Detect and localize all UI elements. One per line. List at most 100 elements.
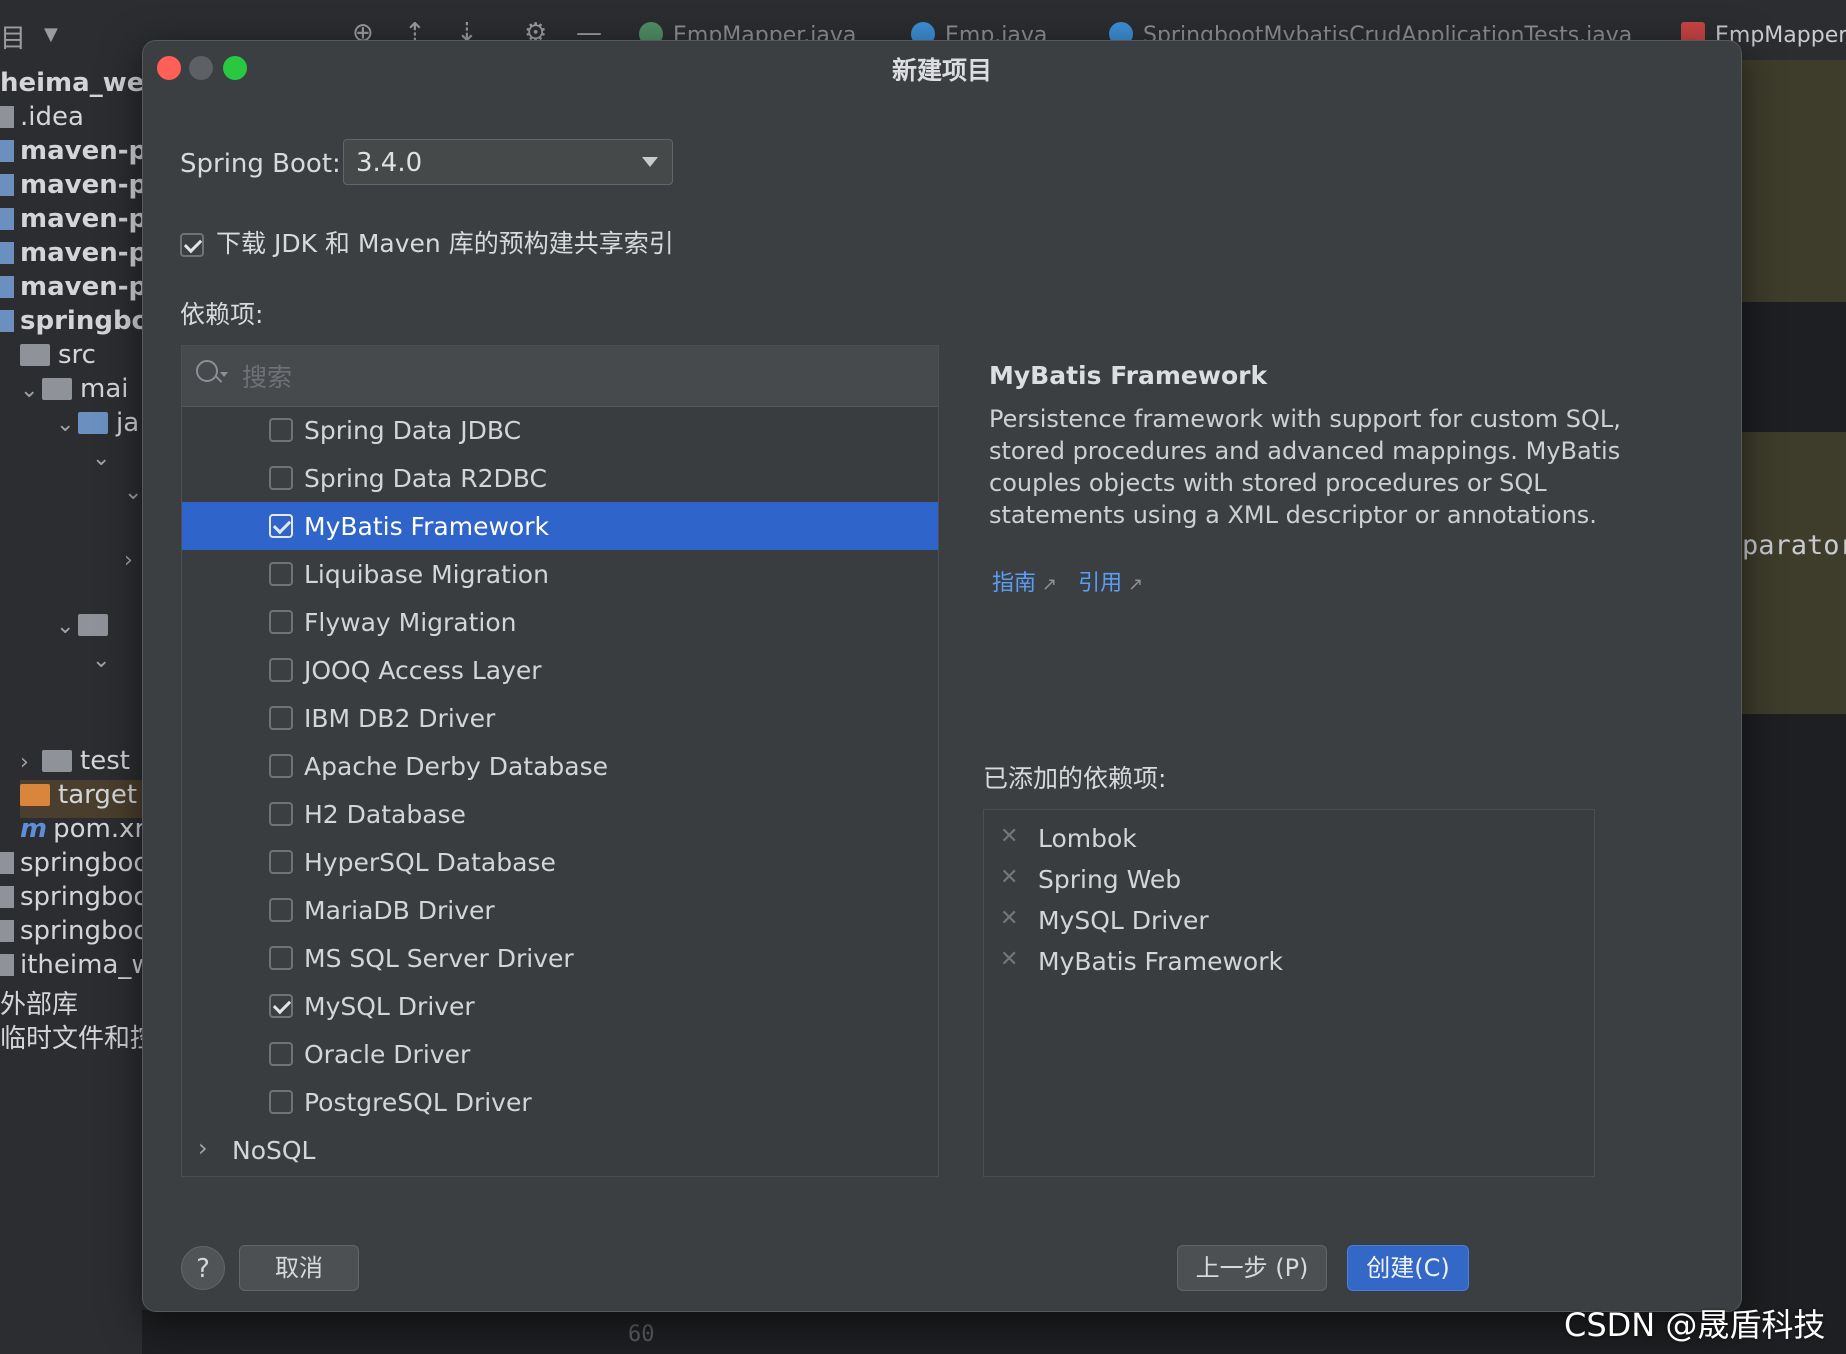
previous-button[interactable]: 上一步 (P) — [1177, 1245, 1327, 1291]
remove-icon[interactable]: ✕ — [1000, 824, 1018, 849]
tree-item[interactable]: ⌄ — [56, 610, 116, 648]
added-dependencies-panel: ✕ Lombok ✕ Spring Web ✕ MySQL Driver ✕ MyBatis … — [983, 809, 1595, 1177]
new-project-dialog: 新建项目 Spring Boot: 3.4.0 下载 JDK 和 Maven 库… — [142, 40, 1742, 1312]
remove-icon[interactable]: ✕ — [1000, 947, 1018, 972]
dependency-checkbox[interactable] — [269, 1042, 293, 1066]
reference-link[interactable]: 引用 ↗ — [1078, 571, 1143, 596]
chevron-down-icon[interactable]: ⌄ — [124, 480, 142, 505]
external-link-icon: ↗ — [1128, 574, 1144, 595]
dependency-item[interactable]: Apache Derby Database — [182, 742, 938, 790]
chevron-down-icon — [642, 157, 658, 167]
tree-item[interactable]: › test — [20, 746, 130, 784]
dependency-label: HyperSQL Database — [304, 848, 556, 877]
dependency-item[interactable]: MyBatis Framework — [182, 502, 938, 550]
dependency-checkbox[interactable] — [269, 514, 293, 538]
create-button[interactable]: 创建(C) — [1347, 1245, 1469, 1291]
tree-item[interactable]: ⌄ — [92, 442, 114, 480]
tree-item[interactable]: target — [20, 780, 142, 818]
dependency-checkbox[interactable] — [269, 1090, 293, 1114]
dropdown-arrow-icon[interactable]: ▼ — [44, 24, 58, 45]
dependency-item[interactable]: Oracle Driver — [182, 1030, 938, 1078]
dependency-item[interactable]: HyperSQL Database — [182, 838, 938, 886]
remove-icon[interactable]: ✕ — [1000, 865, 1018, 890]
menu-icon[interactable]: 目 — [0, 18, 26, 55]
dependency-item[interactable]: JOOQ Access Layer — [182, 646, 938, 694]
added-dependency-item: ✕ MyBatis Framework — [984, 937, 1594, 985]
dependency-checkbox[interactable] — [269, 610, 293, 634]
search-input[interactable] — [240, 356, 924, 398]
tree-item[interactable]: springboo — [0, 916, 142, 954]
dependency-checkbox[interactable] — [269, 706, 293, 730]
dependency-item[interactable]: Flyway Migration — [182, 598, 938, 646]
tree-item[interactable]: › — [124, 544, 142, 582]
tree-item[interactable]: ⌄ ja — [56, 408, 139, 446]
jdk-index-option[interactable]: 下载 JDK 和 Maven 库的预构建共享索引 — [180, 224, 674, 260]
dependency-item[interactable]: IBM DB2 Driver — [182, 694, 938, 742]
dependency-checkbox[interactable] — [269, 562, 293, 586]
chevron-right-icon[interactable]: › — [124, 548, 142, 573]
tree-item[interactable]: ⌄ — [92, 644, 114, 682]
tree-item[interactable]: maven-pr — [0, 238, 142, 276]
chevron-down-icon[interactable]: ⌄ — [20, 378, 42, 403]
cancel-button[interactable]: 取消 — [239, 1245, 359, 1291]
tree-item[interactable]: 外部库 — [0, 984, 78, 1022]
dependency-item[interactable]: MariaDB Driver — [182, 886, 938, 934]
search-options-icon[interactable] — [220, 372, 228, 377]
guide-link[interactable]: 指南 ↗ — [992, 571, 1057, 596]
tree-item[interactable]: springboo — [0, 882, 142, 920]
dependency-item[interactable]: H2 Database — [182, 790, 938, 838]
spring-boot-version-value: 3.4.0 — [356, 148, 423, 178]
dependency-checkbox[interactable] — [269, 658, 293, 682]
dependency-checkbox[interactable] — [269, 418, 293, 442]
tree-item[interactable]: springboo — [0, 848, 142, 886]
tree-item[interactable]: maven-pr — [0, 136, 142, 174]
chevron-down-icon[interactable]: ⌄ — [92, 446, 114, 471]
jdk-index-checkbox[interactable] — [180, 233, 204, 257]
tree-item[interactable]: maven-pr — [0, 204, 142, 242]
tree-item[interactable]: 临时文件和控 — [0, 1018, 142, 1056]
chevron-right-icon[interactable]: › — [198, 1134, 208, 1162]
dependency-checkbox[interactable] — [269, 466, 293, 490]
chevron-down-icon[interactable]: ⌄ — [56, 614, 78, 639]
module-icon — [0, 242, 14, 264]
tree-item[interactable]: itheima_w — [0, 950, 142, 988]
dependency-item[interactable]: MySQL Driver — [182, 982, 938, 1030]
dependency-checkbox[interactable] — [269, 802, 293, 826]
folder-icon — [0, 106, 14, 128]
dependency-item[interactable]: Spring Data JDBC — [182, 406, 938, 454]
dependency-item[interactable]: Liquibase Migration — [182, 550, 938, 598]
tree-item[interactable]: .idea — [0, 102, 84, 140]
dependency-search — [182, 346, 938, 407]
dependency-item[interactable]: Spring Data R2DBC — [182, 454, 938, 502]
help-button[interactable]: ? — [181, 1246, 225, 1290]
dependency-label: Spring Data R2DBC — [304, 464, 547, 493]
dependency-checkbox[interactable] — [269, 994, 293, 1018]
dependency-label: Flyway Migration — [304, 608, 517, 637]
chevron-right-icon[interactable]: › — [20, 750, 42, 775]
module-icon — [0, 276, 14, 298]
chevron-down-icon[interactable]: ⌄ — [92, 648, 114, 673]
tree-item[interactable]: ⌄ — [124, 476, 142, 514]
dependency-checkbox[interactable] — [269, 946, 293, 970]
tree-item[interactable]: springbo — [0, 306, 142, 344]
spring-boot-version-select[interactable]: 3.4.0 — [343, 139, 673, 185]
tree-item[interactable]: ⌄ mai — [20, 374, 128, 412]
chevron-down-icon[interactable]: ⌄ — [56, 412, 78, 437]
dependency-checkbox[interactable] — [269, 850, 293, 874]
tree-item[interactable]: m pom.xr — [20, 814, 142, 852]
highlight-band — [1740, 432, 1846, 714]
tree-item[interactable]: src — [20, 340, 96, 378]
remove-icon[interactable]: ✕ — [1000, 906, 1018, 931]
search-icon[interactable] — [196, 360, 218, 382]
dependency-checkbox[interactable] — [269, 754, 293, 778]
dependency-label: PostgreSQL Driver — [304, 1088, 532, 1117]
nosql-group[interactable]: › NoSQL — [182, 1126, 938, 1174]
dependency-item[interactable]: PostgreSQL Driver — [182, 1078, 938, 1126]
tree-item[interactable]: heima_wel — [0, 68, 142, 106]
tree-item[interactable]: maven-pr — [0, 272, 142, 310]
project-tree: heima_wel .idea maven-pr maven-pr maven-… — [0, 60, 142, 1354]
dependency-checkbox[interactable] — [269, 898, 293, 922]
file-icon — [0, 920, 14, 942]
tree-item[interactable]: maven-pr — [0, 170, 142, 208]
dependency-item[interactable]: MS SQL Server Driver — [182, 934, 938, 982]
